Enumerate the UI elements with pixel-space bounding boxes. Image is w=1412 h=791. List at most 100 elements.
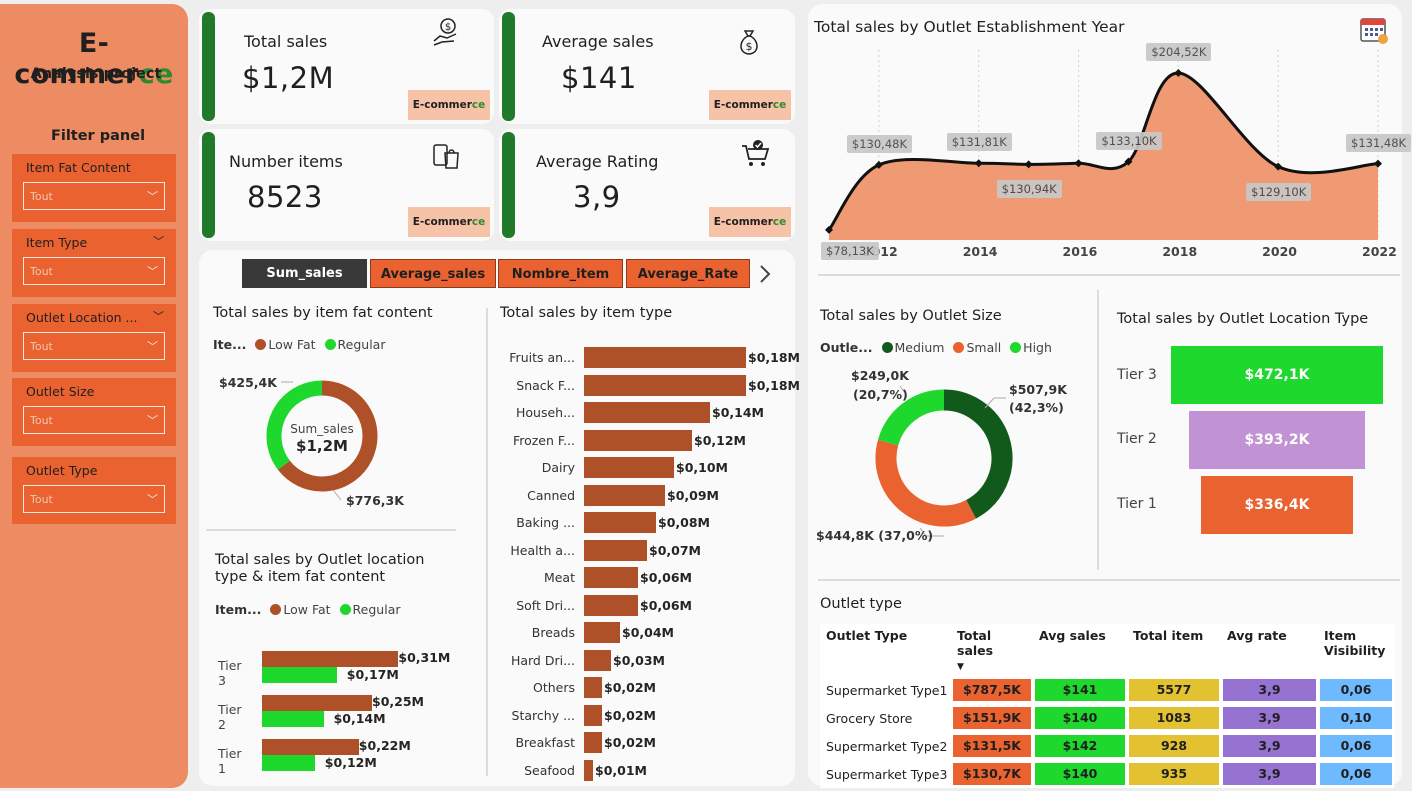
bar-category-label: Breads bbox=[531, 625, 575, 640]
legend-item: High bbox=[1023, 340, 1052, 355]
filter-dropdown-item-type[interactable]: Tout ﹀ bbox=[23, 257, 165, 285]
table-row[interactable]: Supermarket Type2 $131,5K $142 928 3,9 0,06 bbox=[820, 732, 1394, 760]
data-label-medium: $507,9K bbox=[1009, 382, 1067, 397]
column-header[interactable]: Avg rate bbox=[1221, 624, 1318, 676]
bar-value-label: $0,02M bbox=[604, 707, 656, 723]
area-fill bbox=[829, 73, 1378, 240]
column-header-label: Total sales bbox=[957, 628, 994, 658]
legend-dot-low-fat bbox=[270, 604, 282, 615]
filter-label: Outlet Type bbox=[26, 463, 98, 478]
column-header[interactable]: Avg sales bbox=[1033, 624, 1127, 676]
svg-text:$: $ bbox=[445, 22, 451, 33]
chevron-down-icon[interactable]: ﹀ bbox=[153, 233, 164, 249]
bar-category-label: Dairy bbox=[541, 460, 575, 475]
kpi-value: 3,9 bbox=[573, 180, 621, 214]
bar-value-label: $0,01M bbox=[595, 762, 647, 778]
chevron-down-icon[interactable]: ﹀ bbox=[153, 308, 164, 324]
x-tick-label: 2020 bbox=[1262, 244, 1297, 259]
table-cell: 0,10 bbox=[1318, 704, 1394, 732]
chevron-down-icon: ﹀ bbox=[147, 190, 158, 203]
tab-sum-sales[interactable]: Sum_sales bbox=[242, 259, 367, 288]
column-header-sorted[interactable]: Total sales ▼ bbox=[951, 624, 1033, 676]
legend-dot-regular bbox=[339, 604, 351, 615]
bar bbox=[584, 374, 746, 396]
kpi-value: $1,2M bbox=[242, 61, 335, 95]
loc-fat-title-2: type & item fat content bbox=[215, 569, 386, 585]
tab-nombre-item[interactable]: Nombre_item bbox=[498, 259, 623, 288]
kpi-card-number-items: Number items 8523 E-commerce bbox=[199, 129, 494, 241]
table-row[interactable]: Grocery Store $151,9K $140 1083 3,9 0,10 bbox=[820, 704, 1394, 732]
filter-dropdown-outlet-size[interactable]: Tout ﹀ bbox=[23, 406, 165, 434]
bar-value-label: $0,22M bbox=[358, 738, 411, 753]
filter-dropdown-outlet-type[interactable]: Tout ﹀ bbox=[23, 485, 165, 513]
outlet-size-donut bbox=[875, 385, 1013, 537]
bar-category-label: Meat bbox=[543, 570, 575, 585]
table-cell: $151,9K bbox=[951, 704, 1033, 732]
filter-value: Tout bbox=[30, 493, 53, 506]
column-header[interactable]: Outlet Type bbox=[820, 624, 951, 676]
chevron-down-icon: ﹀ bbox=[147, 340, 158, 353]
bar bbox=[584, 759, 593, 781]
chevron-right-icon[interactable] bbox=[758, 263, 772, 285]
data-label-low-fat: $776,3K bbox=[346, 493, 404, 508]
legend-item: Low Fat bbox=[268, 337, 316, 352]
table-cell: $130,7K bbox=[951, 760, 1033, 788]
filter-dropdown-fat-content[interactable]: Tout ﹀ bbox=[23, 182, 165, 210]
table-cell-outlet-type: Supermarket Type2 bbox=[826, 738, 948, 754]
legend-dot-low-fat bbox=[255, 339, 267, 350]
filter-dropdown-outlet-location[interactable]: Tout ﹀ bbox=[23, 332, 165, 360]
bar-low-fat bbox=[262, 695, 372, 711]
table-cell: 0,06 bbox=[1318, 732, 1394, 760]
table-row[interactable]: Supermarket Type3 $130,7K $140 935 3,9 0,06 bbox=[820, 760, 1394, 788]
legend-title: Ite... bbox=[213, 337, 247, 352]
bar-value-label: $0,08M bbox=[658, 515, 710, 530]
table-cell-value: $140 bbox=[1035, 707, 1125, 729]
table-cell: 3,9 bbox=[1221, 676, 1318, 704]
bar bbox=[584, 622, 620, 643]
bar bbox=[584, 567, 638, 588]
brand-badge: E-commerce bbox=[709, 90, 791, 120]
filter-outlet-size: Outlet Size Tout ﹀ bbox=[12, 378, 176, 446]
data-label: $131,48K bbox=[1346, 133, 1412, 152]
funnel-bar: $336,4K bbox=[1201, 476, 1353, 534]
tab-average-rate[interactable]: Average_Rate bbox=[626, 259, 750, 288]
sidebar: E-commerce Analysis project Filter panel… bbox=[0, 4, 188, 788]
divider bbox=[486, 308, 488, 776]
table-cell-value: 5577 bbox=[1129, 679, 1219, 701]
bar bbox=[584, 704, 602, 726]
funnel-tier-label: Tier 1 bbox=[1117, 496, 1157, 512]
kpi-label: Average Rating bbox=[536, 152, 659, 171]
table-cell: $142 bbox=[1033, 732, 1127, 760]
kpi-value: $141 bbox=[561, 61, 637, 95]
table-row[interactable]: Supermarket Type1 $787,5K $141 5577 3,9 0,06 bbox=[820, 676, 1394, 704]
sort-down-icon: ▼ bbox=[957, 662, 964, 672]
table-cell: $787,5K bbox=[951, 676, 1033, 704]
bar-value-label: $0,04M bbox=[622, 625, 674, 640]
column-header[interactable]: Total item bbox=[1127, 624, 1221, 676]
x-tick-label: 2016 bbox=[1062, 244, 1098, 259]
fat-content-legend: Ite... Low Fat Regular bbox=[213, 337, 385, 352]
table-cell: 5577 bbox=[1127, 676, 1221, 704]
bar bbox=[584, 539, 647, 561]
data-label: $130,48K bbox=[846, 134, 913, 153]
legend-dot-small bbox=[953, 342, 965, 353]
brand-badge: E-commerce bbox=[408, 207, 490, 237]
outlet-type-title: Outlet type bbox=[820, 596, 902, 612]
column-header[interactable]: Item Visibility bbox=[1318, 624, 1394, 676]
bar-category-label: Baking ... bbox=[516, 515, 575, 530]
legend-item: Regular bbox=[352, 602, 401, 617]
table-cell: $131,5K bbox=[951, 732, 1033, 760]
money-bag-icon: $ bbox=[740, 30, 758, 55]
table-cell: 1083 bbox=[1127, 704, 1221, 732]
legend-item: Medium bbox=[894, 340, 945, 355]
bar bbox=[584, 594, 638, 616]
filter-value: Tout bbox=[30, 265, 53, 278]
fat-content-title: Total sales by item fat content bbox=[213, 305, 433, 321]
table-cell-value: $142 bbox=[1035, 735, 1125, 757]
bar-category-label: Snack F... bbox=[516, 377, 575, 393]
table-cell-value: 3,9 bbox=[1223, 735, 1316, 757]
legend-item: Low Fat bbox=[283, 602, 331, 617]
tab-average-sales[interactable]: Average_sales bbox=[370, 259, 496, 288]
data-label: $131,81K bbox=[946, 133, 1012, 152]
table-cell-value: 0,06 bbox=[1320, 679, 1392, 701]
